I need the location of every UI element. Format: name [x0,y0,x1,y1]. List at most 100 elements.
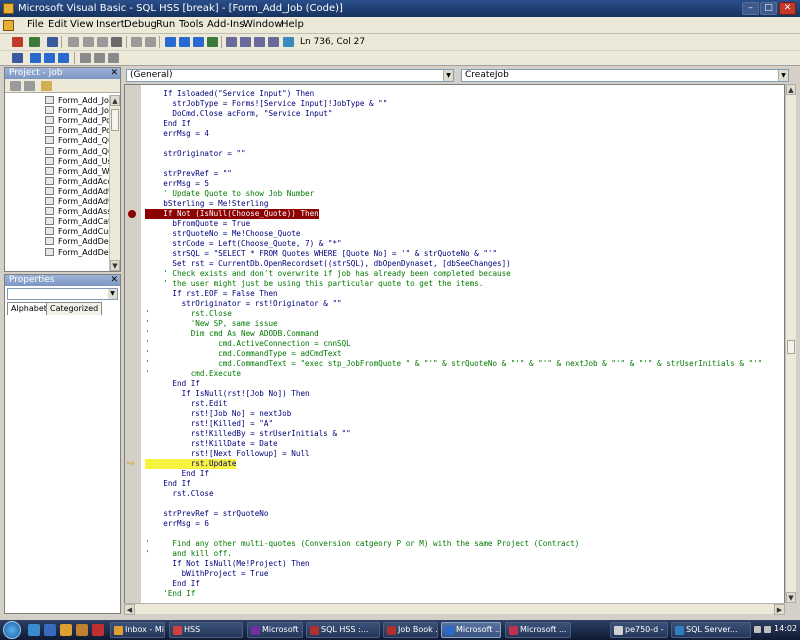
code-line[interactable]: End If [145,469,209,479]
design-mode-icon[interactable] [207,37,218,47]
code-line[interactable]: strPrevRef = strQuoteNo [145,509,268,519]
code-line[interactable]: strSQL = "SELECT * FROM Quotes WHERE [Qu… [145,249,497,259]
close-button[interactable]: ✕ [779,2,796,15]
chevron-down-icon[interactable]: ▼ [108,289,117,299]
redo-icon[interactable] [145,37,156,47]
run-icon[interactable] [165,37,176,47]
project-tree-item[interactable]: Form_AddDescrip [45,247,109,258]
copy-icon[interactable] [83,37,94,47]
code-line[interactable]: End If [145,479,190,489]
explorer-icon[interactable] [76,624,88,636]
scroll-up-icon[interactable]: ▲ [110,95,120,106]
menu-help[interactable]: Help [281,19,304,30]
project-scrollbar[interactable]: ▲ ▼ [109,95,120,271]
comment-line[interactable]: ' Check exists and don't overwrite if jo… [145,269,510,279]
project-tree-item[interactable]: Form_Add_Job [45,96,109,106]
close-icon[interactable]: ✕ [110,275,118,286]
comment-line[interactable]: ' Update Quote to show Job Number [145,189,314,199]
menu-file[interactable]: File [27,19,44,30]
debug-toggle-icon[interactable] [12,53,23,63]
taskbar-button[interactable]: SQL HSS :... [306,622,380,638]
menu-window[interactable]: Window [243,19,282,30]
menu-run[interactable]: Run [156,19,175,30]
code-vertical-scrollbar[interactable]: ▲ ▼ [785,84,796,603]
comment-line[interactable]: ' and kill off. [145,549,232,559]
comment-line[interactable]: ' cmd.Execute [145,369,241,379]
breakpoint-icon[interactable] [128,210,136,218]
code-line[interactable]: strCode = Left(Choose_Quote, 7) & "*" [145,239,341,249]
object-select[interactable]: ▼ [7,288,118,300]
step-over-icon[interactable] [94,53,105,63]
scroll-down-icon[interactable]: ▼ [786,592,796,603]
project-tree-item[interactable]: Form_AddAdvert [45,197,109,207]
code-line[interactable]: bWithProject = True [145,569,269,579]
code-line[interactable]: strPrevRef = "" [145,169,232,179]
find-icon[interactable] [111,37,122,47]
undo-icon[interactable] [131,37,142,47]
toggle-folders-icon[interactable] [41,81,52,91]
tab-categorized[interactable]: Categorized [46,302,103,315]
code-line[interactable]: errMsg = 4 [145,129,209,139]
code-line[interactable]: End If [145,379,199,389]
code-line[interactable]: If IsNull(rst![Job No]) Then [145,389,310,399]
menu-debug[interactable]: Debug [124,19,157,30]
taskbar-button[interactable]: Microsoft ... [441,622,501,638]
code-line[interactable]: rst!KillDate = Date [145,439,278,449]
view-object-icon[interactable] [24,81,35,91]
close-icon[interactable]: ✕ [110,68,118,79]
code-line[interactable]: Set rst = CurrentDb.OpenRecordset((strSQ… [145,259,510,269]
comment-line[interactable]: ' cmd.CommandType = adCmdText [145,349,342,359]
comment-line[interactable]: ' Dim cmd As New ADODB.Command [145,329,319,339]
object-browser-icon[interactable] [254,37,265,47]
scroll-down-icon[interactable]: ▼ [110,260,120,271]
comment-line[interactable]: ' Find any other multi-quotes (Conversio… [145,539,579,549]
scroll-thumb[interactable] [111,109,119,131]
save-icon[interactable] [47,37,58,47]
access-icon[interactable] [92,624,104,636]
insert-module-icon[interactable] [29,37,40,47]
comment-line[interactable]: ' 'New SP, same issue [145,319,278,329]
project-tree-item[interactable]: Form_Add_Porde [45,126,109,136]
properties-icon[interactable] [240,37,251,47]
vb-menu-icon[interactable] [3,20,14,31]
taskbar-button[interactable]: SQL Server... [671,622,751,638]
reset-icon[interactable] [193,37,204,47]
project-tree-item[interactable]: Form_AddAdvert [45,186,109,197]
procedure-combo[interactable]: CreateJob ▼ [461,69,789,82]
menu-insert[interactable]: Insert [96,19,125,30]
code-line[interactable]: strQuoteNo = Me!Choose_Quote [145,229,300,239]
project-tree-item[interactable]: Form_Add_Word [45,166,109,177]
project-tree-item[interactable]: Form_AddAccCo [45,176,109,187]
project-tree-item[interactable]: Form_Add_Quote [45,146,109,157]
scroll-thumb[interactable] [787,340,795,354]
cut-icon[interactable] [68,37,79,47]
step-out-icon[interactable] [108,53,119,63]
taskbar-button[interactable]: Microsoft ... [247,622,303,638]
code-line[interactable]: strJobType = Forms![Service Input]!JobTy… [145,99,387,109]
code-line[interactable]: rst.Close [145,489,213,499]
help-icon[interactable] [283,37,294,47]
menu-view[interactable]: View [70,19,94,30]
menu-tools[interactable]: Tools [179,19,204,30]
code-line[interactable]: bSterling = Me!Sterling [145,199,268,209]
scroll-right-icon[interactable]: ▶ [774,604,785,615]
code-line[interactable]: errMsg = 6 [145,519,209,529]
ie-icon[interactable] [44,624,56,636]
break-icon[interactable] [179,37,190,47]
outlook-icon[interactable] [60,624,72,636]
comment-line[interactable]: ' cmd.CommandText = "exec stp_JobFromQuo… [145,359,762,369]
project-tree-item[interactable]: Form_AddAssem [45,207,109,217]
project-tree-item[interactable]: Form_Add_Porde [45,116,109,126]
project-tree-item[interactable]: Form_Add_User [45,156,109,167]
comment-line[interactable]: ' the user might just be using this part… [145,279,483,289]
minimize-button[interactable]: – [742,2,759,15]
network-icon[interactable] [754,626,761,633]
code-line[interactable]: rst![Next Followup] = Null [145,449,310,459]
menu-edit[interactable]: Edit [48,19,67,30]
code-horizontal-scrollbar[interactable]: ◀ ▶ [124,603,785,615]
code-line[interactable]: End If [145,579,199,589]
code-line[interactable]: strOriginator = "" [145,149,245,159]
code-line[interactable]: rst![Job No] = nextJob [145,409,292,419]
scroll-left-icon[interactable]: ◀ [124,604,135,615]
taskbar-button[interactable]: pe750-d - ... [610,622,668,638]
